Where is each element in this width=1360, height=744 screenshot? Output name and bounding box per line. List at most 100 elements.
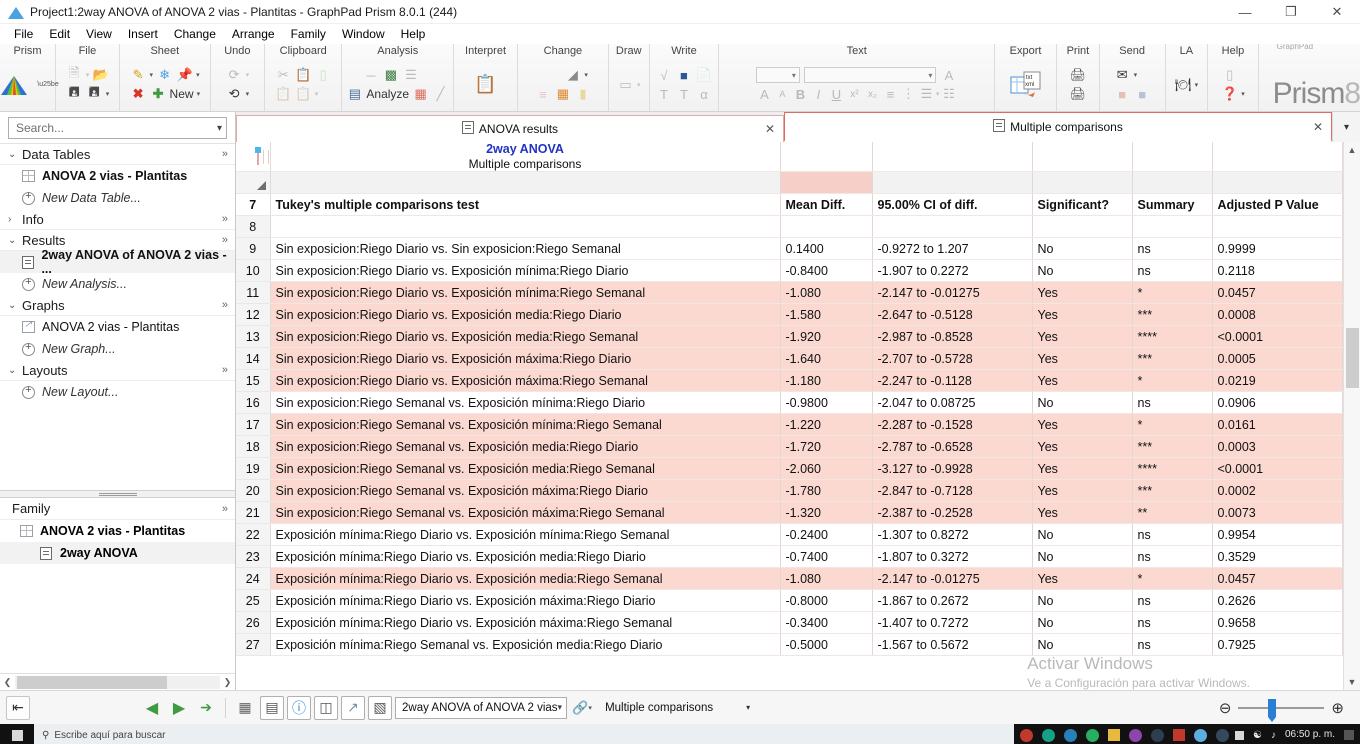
section-more-icon[interactable]: » [222, 234, 235, 246]
menu-item-window[interactable]: Window [334, 25, 393, 43]
network-icon[interactable]: ☯ [1253, 730, 1262, 741]
cell-desc[interactable]: Exposición mínima:Riego Diario vs. Expos… [270, 611, 781, 634]
text-tool-icon[interactable]: T [655, 86, 672, 103]
cell-p[interactable]: 0.2118 [1212, 259, 1343, 282]
cell-sig[interactable]: No [1032, 545, 1133, 568]
undo-icon[interactable]: ⟲ [226, 86, 243, 103]
tab-overflow-dropdown[interactable]: ▾ [1332, 112, 1360, 142]
paste-caret-icon[interactable]: ▾ [315, 90, 319, 98]
previous-sheet-button[interactable]: ◀ [140, 696, 164, 720]
menu-item-file[interactable]: File [6, 25, 41, 43]
cell-sum[interactable]: * [1132, 281, 1213, 304]
sidebar-item-anova-2-vias-plantitas[interactable]: ANOVA 2 vias - Plantitas [0, 316, 235, 338]
hscroll-thumb[interactable] [17, 675, 167, 689]
cell-sum[interactable]: ns [1132, 391, 1213, 414]
close-button[interactable]: ✕ [1314, 0, 1360, 24]
cell-sig[interactable]: No [1032, 523, 1133, 546]
tab-anova-results[interactable]: ANOVA results ✕ [236, 115, 784, 142]
cell-sig[interactable]: Yes [1032, 281, 1133, 304]
prism-rainbow-icon[interactable] [0, 68, 34, 102]
chevron-right-icon[interactable]: › [8, 214, 22, 225]
cell-mean[interactable]: 0.1400 [780, 237, 873, 260]
family-more-icon[interactable]: » [222, 503, 235, 515]
cell-empty[interactable] [1032, 215, 1133, 238]
cell-sig[interactable]: Yes [1032, 567, 1133, 590]
cell-p[interactable]: 0.0906 [1212, 391, 1343, 414]
zoom-thumb[interactable] [1268, 698, 1277, 722]
note-icon[interactable]: 📄 [695, 67, 712, 84]
send-powerpoint-icon[interactable]: ■ [1114, 86, 1131, 103]
minimize-button[interactable]: — [1222, 0, 1268, 24]
help-question-icon[interactable]: ❓ [1221, 86, 1238, 103]
decrease-font-icon[interactable]: A [774, 86, 791, 103]
paste-special-icon[interactable]: 📋 [295, 86, 312, 103]
clock[interactable]: 06:50 p. m. [1285, 729, 1335, 741]
cell-empty[interactable] [1212, 215, 1343, 238]
print-preview-icon[interactable]: 🖨 [1069, 86, 1087, 103]
help-doc-icon[interactable]: ▯ [1221, 67, 1238, 84]
equation-icon[interactable]: √ [655, 67, 672, 84]
cell-sig[interactable]: No [1032, 237, 1133, 260]
save-as-caret-icon[interactable]: ▾ [106, 90, 110, 98]
analysis-edit-icon[interactable]: ╱ [432, 86, 449, 103]
sidebar-item-new-graph[interactable]: New Graph... [0, 338, 235, 360]
cell-sig[interactable]: Yes [1032, 413, 1133, 436]
cell-sum[interactable]: **** [1132, 457, 1213, 480]
cell-sig[interactable]: No [1032, 391, 1133, 414]
table-row[interactable]: 24 Exposición mínima:Riego Diario vs. Exp… [236, 567, 1343, 590]
scroll-down-icon[interactable]: ▼ [1344, 674, 1360, 690]
view-select-caret-icon[interactable]: ▾ [746, 703, 750, 712]
volume-icon[interactable]: ♪ [1271, 730, 1276, 741]
cell-mean[interactable]: -1.180 [780, 369, 873, 392]
cell-ci[interactable]: -1.307 to 0.8272 [872, 523, 1033, 546]
fill-color-icon[interactable]: ◢ [564, 67, 581, 84]
cell-empty[interactable] [1132, 215, 1213, 238]
graphs-button[interactable]: ↗ [341, 695, 365, 720]
pin-sheet-icon[interactable]: 📌 [176, 67, 193, 84]
tab-close-icon[interactable]: ✕ [765, 122, 775, 136]
family-item-2way-anova[interactable]: 2way ANOVA [0, 542, 235, 564]
cell-sum[interactable]: *** [1132, 479, 1213, 502]
new-sheet-caret-icon[interactable]: ▾ [197, 90, 201, 98]
cell-mean[interactable]: -1.920 [780, 325, 873, 348]
pin-caret-icon[interactable]: ▾ [196, 71, 200, 79]
table-row[interactable]: 18 Sin exposicion:Riego Semanal vs. Expos… [236, 435, 1343, 458]
subscript-icon[interactable]: x₂ [864, 86, 881, 103]
table-row[interactable]: 21 Sin exposicion:Riego Semanal vs. Expos… [236, 501, 1343, 524]
cell-sum[interactable]: * [1132, 369, 1213, 392]
results-button[interactable]: ◫ [314, 695, 338, 720]
cell-mean[interactable]: -1.320 [780, 501, 873, 524]
table-row[interactable]: 25 Exposición mínima:Riego Diario vs. Exp… [236, 589, 1343, 612]
chevron-down-icon[interactable]: ▾ [558, 702, 563, 713]
cell-ci[interactable]: -2.847 to -0.7128 [872, 479, 1033, 502]
cell-sum[interactable]: ns [1132, 611, 1213, 634]
notifications-icon[interactable] [1344, 730, 1354, 740]
print-icon[interactable]: 🖨 [1069, 67, 1087, 84]
col-header-adjusted-p[interactable] [1212, 171, 1343, 194]
cell-p[interactable]: 0.9658 [1212, 611, 1343, 634]
cell-sig[interactable]: Yes [1032, 347, 1133, 370]
tab-multiple-comparisons[interactable]: Multiple comparisons ✕ [784, 112, 1332, 142]
cell-ci[interactable]: -2.287 to -0.1528 [872, 413, 1033, 436]
sidebar-item-anova-2-vias-plantitas[interactable]: ANOVA 2 vias - Plantitas [0, 165, 235, 187]
menu-item-change[interactable]: Change [166, 25, 224, 43]
align-caret-icon[interactable]: ▾ [936, 90, 940, 98]
export-icon[interactable]: txt xml [1007, 68, 1045, 102]
cell-sum[interactable]: ns [1132, 589, 1213, 612]
freeze-sheet-icon[interactable]: ❄ [156, 67, 173, 84]
cell-ci[interactable]: -2.707 to -0.5728 [872, 347, 1033, 370]
cell-ci[interactable]: -2.387 to -0.2528 [872, 501, 1033, 524]
taskbar-app-icon[interactable] [1064, 728, 1077, 742]
table-row[interactable]: 27 Exposición mínima:Riego Semanal vs. Ex… [236, 633, 1343, 656]
menu-item-arrange[interactable]: Arrange [224, 25, 283, 43]
char-spacing-icon[interactable]: ⋮ [900, 86, 917, 103]
chevron-down-icon[interactable]: ▾ [217, 123, 222, 134]
cell-sig[interactable]: No [1032, 611, 1133, 634]
cell-desc[interactable]: Sin exposicion:Riego Diario vs. Exposici… [270, 369, 781, 392]
analyze-icon[interactable]: ▤ [346, 86, 363, 103]
cell-p[interactable]: 0.0219 [1212, 369, 1343, 392]
analysis-list-icon[interactable]: ☰ [402, 67, 419, 84]
indent-icon[interactable]: ☷ [940, 86, 957, 103]
family-hscrollbar[interactable]: ❮ ❯ [0, 673, 235, 690]
battery-icon[interactable] [1235, 730, 1244, 740]
